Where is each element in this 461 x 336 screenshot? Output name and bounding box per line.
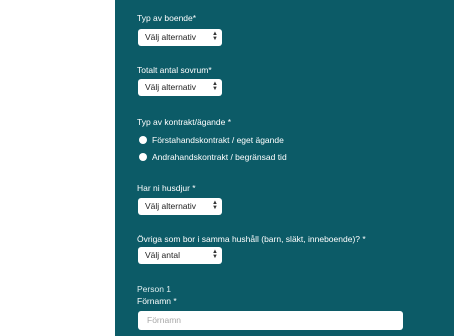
contract-option-second[interactable]: Andrahandskontrakt / begränsad tid xyxy=(139,151,287,163)
radio-button[interactable] xyxy=(139,136,147,144)
pets-label: Har ni husdjur * xyxy=(137,183,196,193)
bedrooms-select[interactable]: Välj alternativ ▲ ▼ xyxy=(138,79,222,96)
pets-select-value: Välj alternativ xyxy=(145,201,197,211)
others-select-value: Välj antal xyxy=(145,250,180,260)
bedrooms-select-value: Välj alternativ xyxy=(145,82,197,92)
up-down-chevron-icon: ▲ ▼ xyxy=(212,249,218,260)
first-name-label: Förnamn * xyxy=(137,296,177,306)
up-down-chevron-icon: ▲ ▼ xyxy=(212,31,218,42)
contract-label: Typ av kontrakt/ägande * xyxy=(137,117,232,127)
others-label: Övriga som bor i samma hushåll (barn, sl… xyxy=(137,234,366,244)
housing-type-select[interactable]: Välj alternativ ▲ ▼ xyxy=(138,29,222,46)
housing-type-label: Typ av boende* xyxy=(137,13,197,23)
contract-option-second-label: Andrahandskontrakt / begränsad tid xyxy=(152,152,287,162)
others-select[interactable]: Välj antal ▲ ▼ xyxy=(138,247,222,264)
pets-select[interactable]: Välj alternativ ▲ ▼ xyxy=(138,198,222,215)
person-heading: Person 1 xyxy=(137,284,172,294)
housing-type-select-value: Välj alternativ xyxy=(145,32,197,42)
up-down-chevron-icon: ▲ ▼ xyxy=(212,81,218,92)
bedrooms-label: Totalt antal sovrum* xyxy=(137,65,212,75)
radio-button[interactable] xyxy=(139,153,147,161)
contract-option-first[interactable]: Förstahandskontrakt / eget ägande xyxy=(139,134,284,146)
contract-option-first-label: Förstahandskontrakt / eget ägande xyxy=(152,135,284,145)
up-down-chevron-icon: ▲ ▼ xyxy=(212,200,218,211)
first-name-input[interactable]: Förnamn xyxy=(138,311,403,330)
